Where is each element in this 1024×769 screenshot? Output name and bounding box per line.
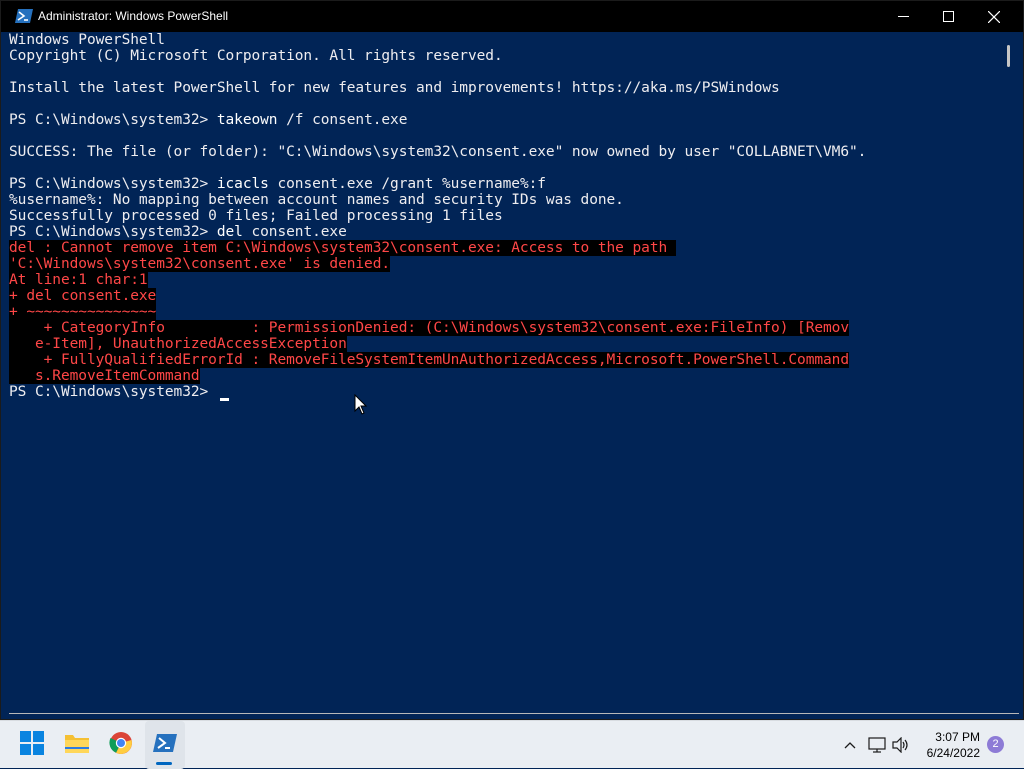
error-text: + FullyQualifiedErrorId : RemoveFileSyst… [9, 352, 849, 368]
text-cursor [219, 398, 229, 401]
output-line: SUCCESS: The file (or folder): "C:\Windo… [9, 144, 867, 160]
powershell-icon [153, 733, 177, 758]
error-text: + CategoryInfo : PermissionDenied: (C:\W… [9, 320, 849, 336]
error-line: At line:1 char:1 [9, 272, 148, 288]
error-text: At line:1 char:1 [9, 272, 148, 288]
window-bottom-border [9, 713, 1019, 714]
network-icon[interactable] [867, 735, 887, 755]
command-name: del [216, 224, 243, 240]
prompt-text: PS C:\Windows\system32> [9, 224, 217, 240]
powershell-window: Administrator: Windows PowerShell Window… [0, 0, 1024, 720]
prompt-text: PS C:\Windows\system32> [9, 112, 217, 128]
chevron-up-icon[interactable] [840, 735, 860, 755]
error-line: + CategoryInfo : PermissionDenied: (C:\W… [9, 320, 849, 336]
command-args: consent.exe /grant %username%:f [268, 176, 546, 192]
prompt-line: PS C:\Windows\system32> del consent.exe [9, 224, 347, 240]
minimize-button[interactable] [880, 1, 926, 32]
windows-logo-icon [20, 730, 44, 760]
error-line: e-Item], UnauthorizedAccessException [9, 336, 347, 352]
active-app-indicator [156, 762, 172, 765]
clock-date[interactable]: 6/24/2022 [927, 746, 980, 760]
powershell-icon [15, 8, 33, 24]
error-text: + ~~~~~~~~~~~~~~~ [9, 304, 157, 320]
output-line: Copyright (C) Microsoft Corporation. All… [9, 48, 503, 64]
mouse-pointer-icon [354, 394, 368, 415]
command-args: consent.exe [242, 224, 347, 240]
maximize-button[interactable] [925, 1, 971, 32]
error-line: s.RemoveItemCommand [9, 368, 200, 384]
prompt-line: PS C:\Windows\system32> takeown /f conse… [9, 112, 407, 128]
minimize-icon [897, 11, 909, 22]
error-line: del : Cannot remove item C:\Windows\syst… [9, 240, 676, 256]
file-explorer-button[interactable] [57, 721, 97, 769]
prompt-text: PS C:\Windows\system32> [9, 176, 217, 192]
vertical-scrollbar[interactable] [1003, 32, 1023, 714]
error-line: + ~~~~~~~~~~~~~~~ [9, 304, 156, 320]
error-line: 'C:\Windows\system32\consent.exe' is den… [9, 256, 390, 272]
window-title: Administrator: Windows PowerShell [38, 9, 229, 23]
title-bar[interactable]: Administrator: Windows PowerShell [1, 1, 1023, 32]
console-output[interactable]: Windows PowerShell Copyright (C) Microsof… [9, 32, 1003, 713]
prompt-line: PS C:\Windows\system32> icacls consent.e… [9, 176, 546, 192]
taskbar: 3:07 PM 6/24/2022 [0, 720, 1024, 769]
command-name: icacls [216, 176, 269, 192]
notification-badge[interactable]: 2 [987, 736, 1004, 753]
maximize-icon [942, 11, 954, 22]
scrollbar-thumb[interactable] [1007, 45, 1010, 67]
start-button[interactable] [12, 721, 52, 769]
chrome-button[interactable] [101, 721, 141, 769]
prompt-text: PS C:\Windows\system32> [9, 384, 217, 400]
clock-time[interactable]: 3:07 PM [935, 730, 980, 744]
output-line: Successfully processed 0 files; Failed p… [9, 208, 503, 224]
output-line: %username%: No mapping between account n… [9, 192, 624, 208]
command-name: takeown [216, 112, 278, 128]
output-line: Windows PowerShell [9, 32, 165, 48]
prompt-line: PS C:\Windows\system32> [9, 384, 229, 401]
error-text: + del consent.exe [9, 288, 157, 304]
error-text: 'C:\Windows\system32\consent.exe' is den… [9, 256, 391, 272]
chrome-icon [109, 731, 133, 760]
error-text: e-Item], UnauthorizedAccessException [9, 336, 347, 352]
close-icon [988, 10, 1000, 23]
error-line: + del consent.exe [9, 288, 156, 304]
error-text: del : Cannot remove item C:\Windows\syst… [9, 240, 676, 256]
command-args: /f consent.exe [277, 112, 408, 128]
error-text: s.RemoveItemCommand [9, 368, 200, 384]
output-line: Install the latest PowerShell for new fe… [9, 80, 780, 96]
close-button[interactable] [971, 1, 1017, 32]
folder-icon [64, 732, 90, 759]
volume-icon[interactable] [891, 735, 911, 755]
error-line: + FullyQualifiedErrorId : RemoveFileSyst… [9, 352, 849, 368]
